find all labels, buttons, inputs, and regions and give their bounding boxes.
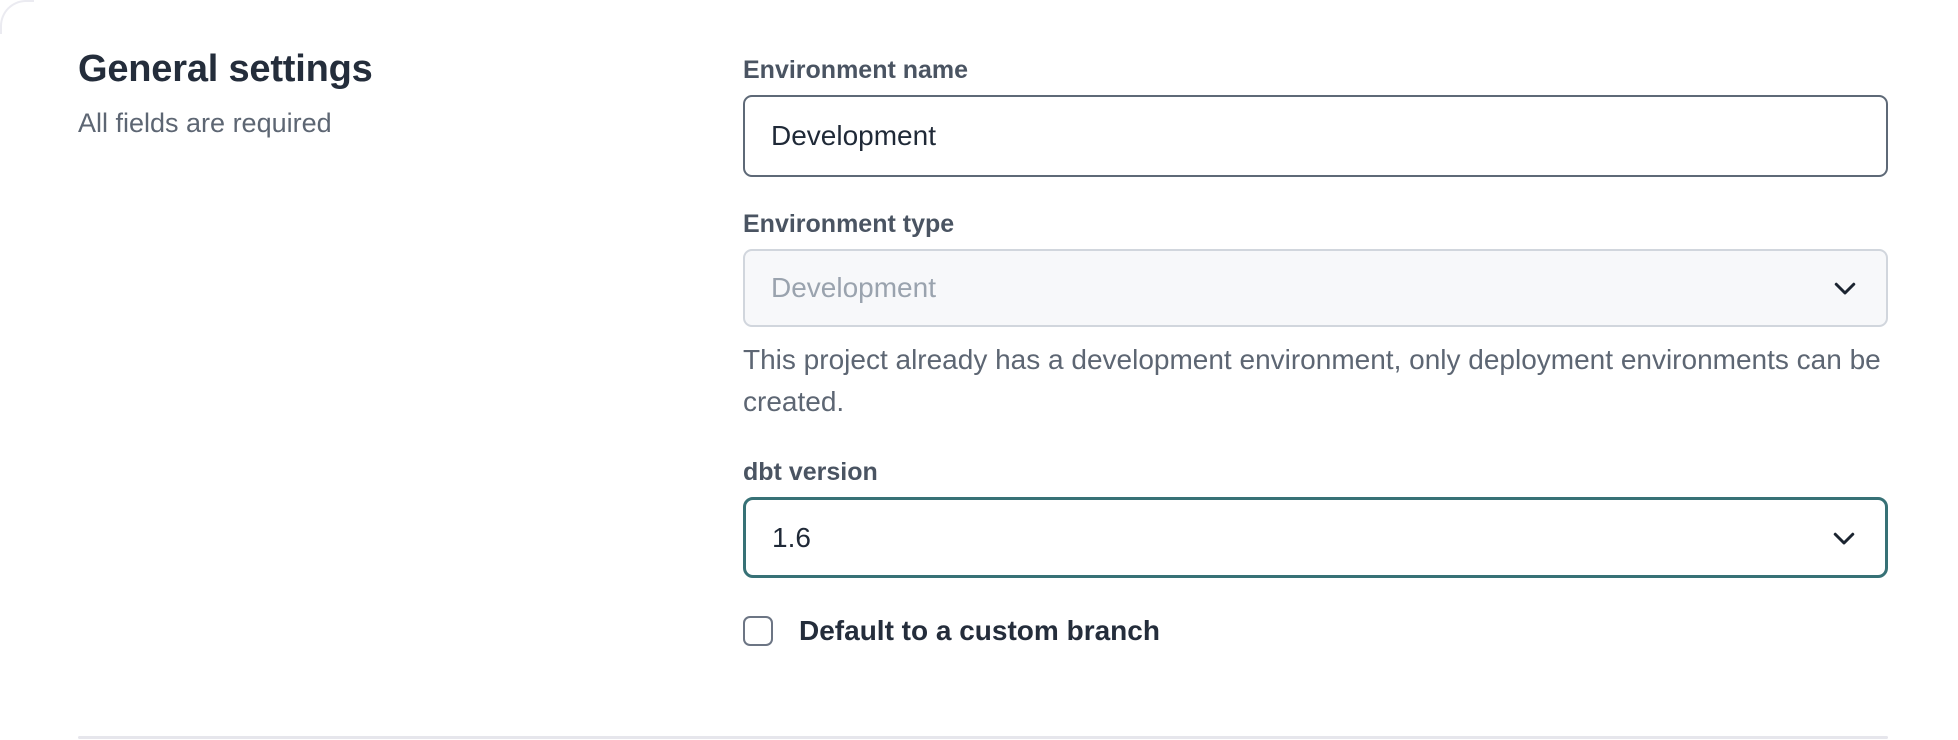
chevron-down-icon [1829,523,1859,553]
environment-type-label: Environment type [743,209,1888,239]
environment-name-label: Environment name [743,55,1888,85]
custom-branch-row: Default to a custom branch [743,615,1888,647]
general-settings-section: General settings All fields are required… [0,0,1958,647]
page-title: General settings [78,47,743,91]
environment-type-select: Development [743,249,1888,327]
environment-settings-form: Environment name Environment type Develo… [743,47,1888,647]
page-subtitle: All fields are required [78,107,743,140]
custom-branch-label[interactable]: Default to a custom branch [799,615,1160,647]
dbt-version-select[interactable]: 1.6 [743,497,1888,578]
chevron-down-icon [1830,273,1860,303]
section-divider [78,736,1888,739]
dbt-version-value: 1.6 [746,522,881,554]
environment-name-input[interactable] [743,95,1888,177]
custom-branch-checkbox[interactable] [743,616,773,646]
environment-type-value: Development [745,272,1006,304]
environment-type-help-text: This project already has a development e… [743,339,1888,423]
dbt-version-label: dbt version [743,457,1888,487]
section-heading: General settings All fields are required [78,47,743,647]
